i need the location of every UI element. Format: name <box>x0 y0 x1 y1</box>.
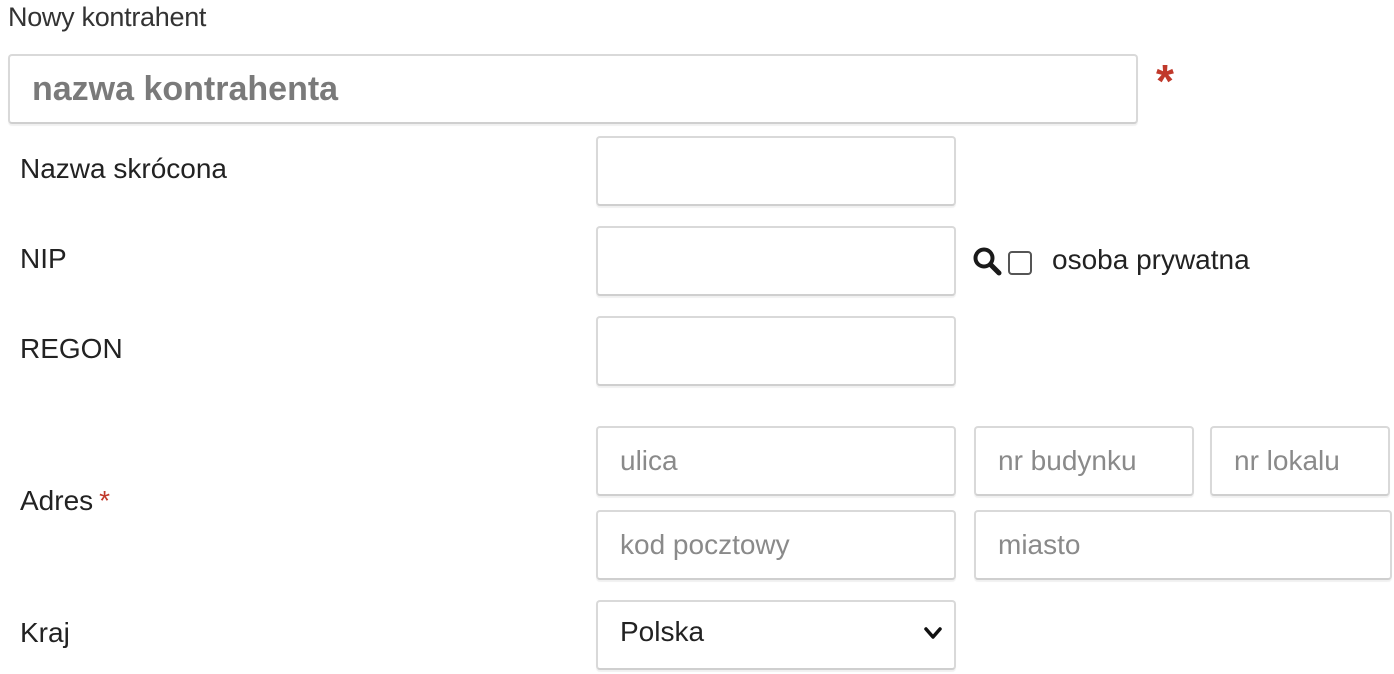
country-selected-value: Polska <box>620 616 705 647</box>
street-input[interactable] <box>596 426 956 496</box>
private-person-label[interactable]: osoba prywatna <box>1052 244 1250 276</box>
building-number-input[interactable] <box>974 426 1194 496</box>
country-label: Kraj <box>20 617 70 648</box>
nip-label: NIP <box>20 243 67 274</box>
postal-code-input[interactable] <box>596 510 956 580</box>
apartment-number-input[interactable] <box>1210 426 1390 496</box>
regon-label: REGON <box>20 333 123 364</box>
address-label-text: Adres <box>20 485 94 516</box>
city-input[interactable] <box>974 510 1392 580</box>
search-icon[interactable] <box>972 246 1002 276</box>
short-name-input[interactable] <box>596 136 956 206</box>
private-person-checkbox[interactable] <box>1008 251 1032 275</box>
page-title: Nowy kontrahent <box>8 2 207 32</box>
nip-input[interactable] <box>596 226 956 296</box>
address-label: Adres * <box>20 485 110 517</box>
country-select[interactable]: Polska <box>596 600 956 670</box>
address-required-marker: * <box>99 485 111 516</box>
contractor-name-input[interactable] <box>8 54 1138 124</box>
short-name-label: Nazwa skrócona <box>20 153 227 184</box>
chevron-down-icon <box>924 627 942 639</box>
regon-input[interactable] <box>596 316 956 386</box>
required-marker: * <box>1156 55 1174 107</box>
new-contractor-form: Nowy kontrahent * Nazwa skrócona NIP oso… <box>0 0 1394 674</box>
